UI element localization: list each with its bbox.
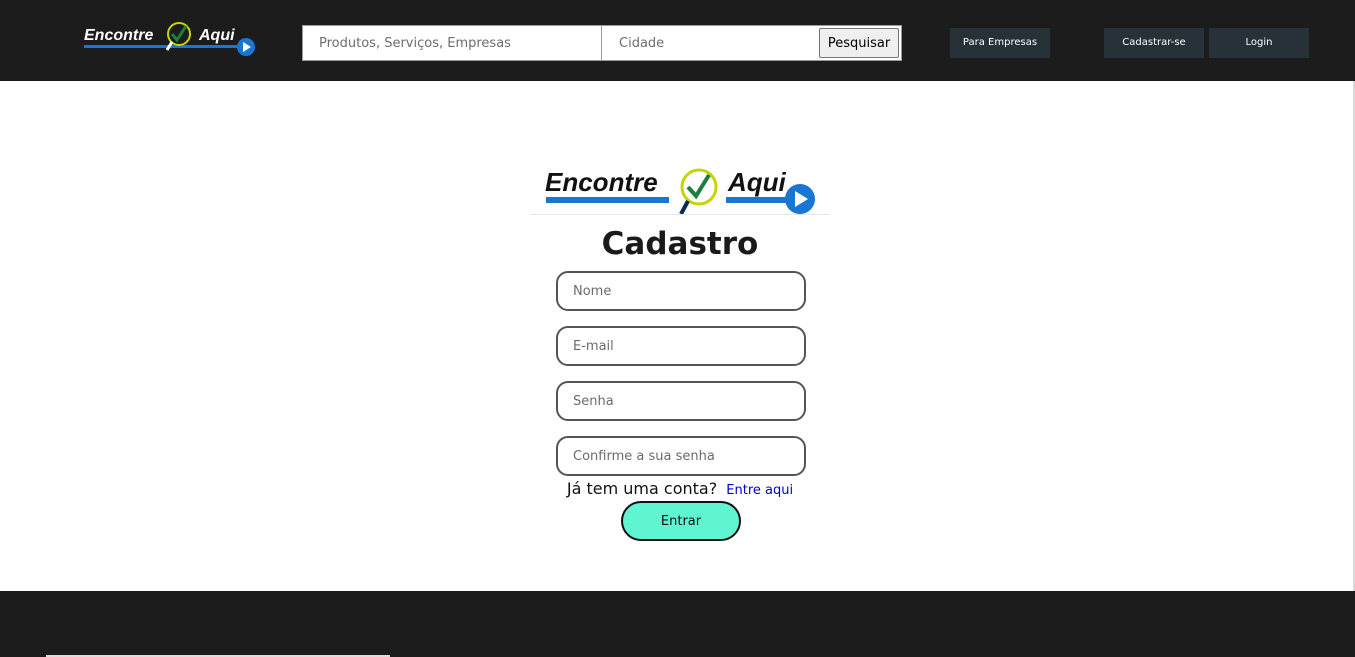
top-navbar: Encontre Aqui Pesquisar Para Empresas Ca… [0, 0, 1355, 81]
email-field[interactable] [556, 326, 806, 366]
check-magnifier-icon [165, 22, 191, 51]
login-prompt: Já tem uma conta? Entre aqui [530, 479, 830, 498]
search-button[interactable]: Pesquisar [819, 28, 899, 58]
name-field[interactable] [556, 271, 806, 311]
city-input[interactable] [603, 26, 813, 60]
login-button[interactable]: Login [1209, 28, 1309, 58]
logo-word-encontre: Encontre [84, 27, 154, 44]
form-logo: Encontre Aqui [530, 165, 830, 217]
for-business-button[interactable]: Para Empresas [950, 28, 1050, 58]
search-bar: Pesquisar [302, 25, 902, 61]
logo-divider [530, 214, 830, 215]
logo-word-encontre: Encontre [545, 167, 658, 197]
search-input[interactable] [303, 26, 602, 60]
logo-underline-left [546, 197, 669, 203]
logo-underline-right [726, 197, 792, 203]
password-field[interactable] [556, 381, 806, 421]
signup-button[interactable]: Cadastrar-se [1104, 28, 1204, 58]
footer [0, 591, 1355, 657]
submit-button[interactable]: Entrar [621, 501, 741, 541]
logo-word-aqui: Aqui [728, 167, 786, 197]
have-account-text: Já tem uma conta? [566, 479, 718, 498]
check-magnifier-icon [679, 168, 718, 215]
logo-word-aqui: Aqui [199, 27, 235, 44]
play-icon [237, 38, 255, 56]
confirm-password-field[interactable] [556, 436, 806, 476]
logo-underline [84, 45, 240, 48]
page-title: Cadastro [601, 226, 759, 262]
login-link[interactable]: Entre aqui [726, 483, 793, 498]
brand-logo[interactable]: Encontre Aqui [84, 20, 256, 58]
play-icon [785, 184, 815, 214]
